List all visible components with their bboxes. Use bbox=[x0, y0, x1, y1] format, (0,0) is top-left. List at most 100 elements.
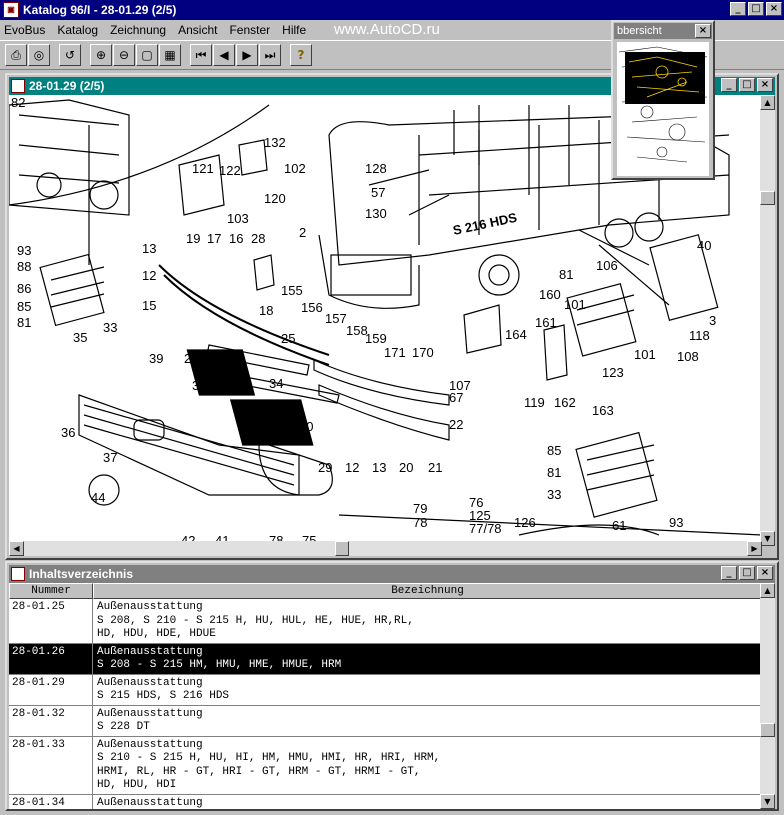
drawing-close-button[interactable]: × bbox=[757, 78, 773, 92]
callout-number[interactable]: 40 bbox=[697, 238, 711, 253]
table-row[interactable]: 28-01.26 Außenausstattung S 208 - S 215 HM… bbox=[9, 643, 762, 675]
menu-katalog[interactable]: Katalog bbox=[57, 23, 98, 37]
callout-number[interactable]: 33 bbox=[547, 487, 561, 502]
callout-number[interactable]: 79 bbox=[413, 501, 427, 516]
callout-number[interactable]: 20 bbox=[399, 460, 413, 475]
callout-number[interactable]: 26 bbox=[184, 351, 198, 366]
vertical-scroll-thumb[interactable] bbox=[760, 191, 775, 205]
binoculars-icon[interactable]: ◎ bbox=[28, 44, 50, 66]
callout-number[interactable]: 33 bbox=[103, 320, 117, 335]
callout-number[interactable]: 82 bbox=[11, 95, 25, 110]
index-scroll-down-button[interactable]: ▼ bbox=[760, 794, 775, 809]
callout-number[interactable]: 38 bbox=[244, 401, 258, 416]
print-icon[interactable]: ⎙ bbox=[5, 44, 27, 66]
callout-number[interactable]: 85 bbox=[17, 299, 31, 314]
callout-number[interactable]: 13 bbox=[142, 241, 156, 256]
callout-number[interactable]: 16 bbox=[229, 231, 243, 246]
callout-number[interactable]: 36 bbox=[61, 425, 75, 440]
table-row[interactable]: 28-01.32 Außenausstattung S 228 DT bbox=[9, 705, 762, 737]
callout-number[interactable]: 29 bbox=[318, 460, 332, 475]
callout-number[interactable]: 22 bbox=[449, 417, 463, 432]
column-header-nummer[interactable]: Nummer bbox=[9, 583, 93, 599]
callout-number[interactable]: 102 bbox=[284, 161, 306, 176]
table-row[interactable]: 28-01.29 Außenausstattung S 215 HDS, S 216… bbox=[9, 674, 762, 706]
callout-number[interactable]: 78 bbox=[413, 515, 427, 530]
scroll-up-button[interactable]: ▲ bbox=[760, 95, 775, 110]
callout-number[interactable]: 122 bbox=[219, 163, 241, 178]
index-minimize-button[interactable]: _ bbox=[721, 566, 737, 580]
menu-hilfe[interactable]: Hilfe bbox=[282, 23, 306, 37]
column-header-bezeichnung[interactable]: Bezeichnung bbox=[93, 583, 762, 599]
callout-number[interactable]: 34 bbox=[269, 376, 283, 391]
callout-number[interactable]: 101 bbox=[564, 297, 586, 312]
zoom-out-icon[interactable]: ⊖ bbox=[113, 44, 135, 66]
callout-number[interactable]: 15 bbox=[142, 298, 156, 313]
horizontal-scroll-thumb[interactable] bbox=[335, 541, 349, 556]
table-row[interactable]: 28-01.33 Außenausstattung S 210 - S 215 H,… bbox=[9, 736, 762, 795]
callout-number[interactable]: 107 bbox=[449, 378, 471, 393]
callout-number[interactable]: 17 bbox=[207, 231, 221, 246]
callout-number[interactable]: 81 bbox=[547, 465, 561, 480]
prev-page-icon[interactable]: ◀ bbox=[213, 44, 235, 66]
callout-number[interactable]: 3 bbox=[709, 313, 716, 328]
first-page-icon[interactable]: ⏮ bbox=[190, 44, 212, 66]
callout-number[interactable]: 161 bbox=[535, 315, 557, 330]
callout-number[interactable]: 159 bbox=[365, 331, 387, 346]
menu-evobus[interactable]: EvoBus bbox=[4, 23, 45, 37]
tile-icon[interactable]: ▦ bbox=[159, 44, 181, 66]
callout-number[interactable]: 44 bbox=[91, 490, 105, 505]
callout-number[interactable]: 93 bbox=[669, 515, 683, 530]
last-page-icon[interactable]: ⏭ bbox=[259, 44, 281, 66]
callout-number[interactable]: 39 bbox=[149, 351, 163, 366]
callout-number[interactable]: 162 bbox=[554, 395, 576, 410]
callout-number[interactable]: 43 bbox=[280, 423, 294, 438]
scroll-right-button[interactable]: ▶ bbox=[747, 541, 762, 556]
callout-number[interactable]: 81 bbox=[17, 315, 31, 330]
callout-number[interactable]: 27 bbox=[221, 376, 235, 391]
callout-number[interactable]: 160 bbox=[539, 287, 561, 302]
table-row[interactable]: 28-01.34 Außenausstattung bbox=[9, 794, 762, 809]
index-scroll-up-button[interactable]: ▲ bbox=[760, 583, 775, 598]
callout-number[interactable]: 119 bbox=[524, 395, 545, 410]
drawing-horizontal-scrollbar[interactable]: ◀ ▶ bbox=[9, 541, 762, 556]
callout-number[interactable]: 126 bbox=[514, 515, 536, 530]
callout-number[interactable]: 30 bbox=[299, 419, 313, 434]
callout-number[interactable]: 157 bbox=[325, 311, 347, 326]
drawing-vertical-scrollbar[interactable]: ▲ ▼ bbox=[760, 95, 775, 546]
callout-number[interactable]: 156 bbox=[301, 300, 323, 315]
callout-number[interactable]: 25 bbox=[281, 331, 295, 346]
callout-number[interactable]: 85 bbox=[547, 443, 561, 458]
callout-number[interactable]: 12 bbox=[142, 268, 156, 283]
callout-number[interactable]: 57 bbox=[371, 185, 385, 200]
callout-number[interactable]: 155 bbox=[281, 283, 303, 298]
refresh-icon[interactable]: ↺ bbox=[59, 44, 81, 66]
drawing-maximize-button[interactable]: □ bbox=[739, 78, 755, 92]
callout-number[interactable]: 88 bbox=[17, 259, 31, 274]
callout-number[interactable]: 12 bbox=[345, 460, 359, 475]
zoom-in-icon[interactable]: ⊕ bbox=[90, 44, 112, 66]
callout-number[interactable]: 123 bbox=[602, 365, 624, 380]
scroll-left-button[interactable]: ◀ bbox=[9, 541, 24, 556]
callout-number[interactable]: 93 bbox=[17, 243, 31, 258]
callout-number[interactable]: 18 bbox=[259, 303, 273, 318]
callout-number[interactable]: 77/78 bbox=[469, 521, 502, 536]
callout-number[interactable]: 28 bbox=[251, 231, 265, 246]
overview-close-button[interactable]: × bbox=[695, 24, 711, 38]
callout-number[interactable]: 164 bbox=[505, 327, 527, 342]
index-vertical-scrollbar[interactable]: ▲ ▼ bbox=[760, 583, 775, 809]
menu-ansicht[interactable]: Ansicht bbox=[178, 23, 217, 37]
callout-number[interactable]: 101 bbox=[634, 347, 656, 362]
callout-number[interactable]: 106 bbox=[596, 258, 618, 273]
callout-number[interactable]: 2 bbox=[299, 225, 306, 240]
scroll-down-button[interactable]: ▼ bbox=[760, 531, 775, 546]
callout-number[interactable]: 103 bbox=[227, 211, 249, 226]
overview-thumbnail[interactable] bbox=[617, 42, 709, 176]
callout-number[interactable]: 32 bbox=[192, 378, 206, 393]
fit-page-icon[interactable]: ▢ bbox=[136, 44, 158, 66]
menu-zeichnung[interactable]: Zeichnung bbox=[110, 23, 166, 37]
menu-fenster[interactable]: Fenster bbox=[229, 23, 270, 37]
callout-number[interactable]: 128 bbox=[365, 161, 387, 176]
help-icon[interactable]: ? bbox=[290, 44, 312, 66]
index-maximize-button[interactable]: □ bbox=[739, 566, 755, 580]
callout-number[interactable]: 121 bbox=[192, 161, 214, 176]
